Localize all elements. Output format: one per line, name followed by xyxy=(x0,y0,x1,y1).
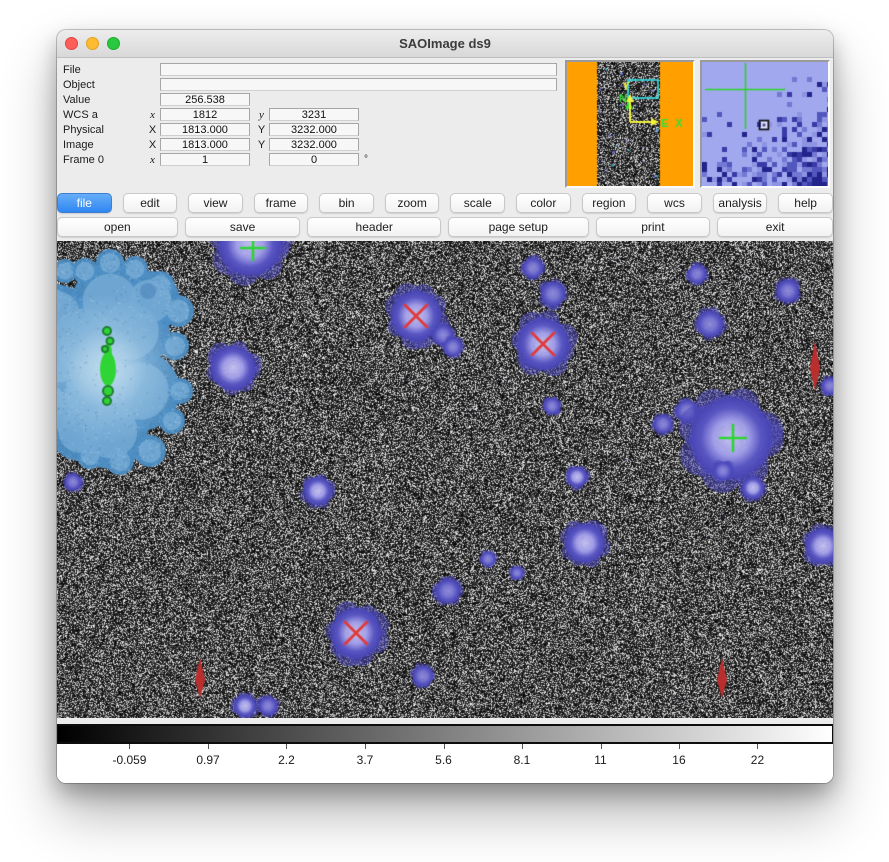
colorbar-tick-label: 8.1 xyxy=(514,753,531,767)
colorbar-tick xyxy=(522,744,523,749)
file-field[interactable] xyxy=(160,63,557,76)
axis-sub-label: X xyxy=(145,124,160,136)
value-field[interactable]: 3232.000 xyxy=(269,123,359,136)
minimize-button[interactable] xyxy=(86,37,99,50)
panner-panel[interactable] xyxy=(565,60,695,188)
menu-button-help[interactable]: help xyxy=(778,193,833,213)
colorbar-tick-label: 2.2 xyxy=(278,753,295,767)
info-label: File xyxy=(57,64,145,76)
panner-view[interactable] xyxy=(567,62,693,186)
colorbar-tick-label: 5.6 xyxy=(435,753,452,767)
colorbar-scale: -0.059 0.97 2.2 3.7 5.6 8.1 11 16 22 xyxy=(57,744,833,783)
info-label: Object xyxy=(57,79,145,91)
axis-sub-label: x xyxy=(145,154,160,166)
menu-button-analysis[interactable]: analysis xyxy=(713,193,768,213)
menu-button-file[interactable]: file xyxy=(57,193,112,213)
info-label: Frame 0 xyxy=(57,154,145,166)
close-button[interactable] xyxy=(65,37,78,50)
value-field[interactable]: 3231 xyxy=(269,108,359,121)
colorbar-tick xyxy=(208,744,209,749)
value-field[interactable]: 1813.000 xyxy=(160,138,250,151)
menu-button-edit[interactable]: edit xyxy=(123,193,178,213)
colorbar-tick xyxy=(365,744,366,749)
colorbar-tick xyxy=(129,744,130,749)
menu-button-region[interactable]: region xyxy=(582,193,637,213)
colorbar-tick xyxy=(286,744,287,749)
colorbar-tick-label: 22 xyxy=(751,753,764,767)
axis-sub-label: Y xyxy=(254,139,269,151)
colorbar-tick-label: 3.7 xyxy=(357,753,374,767)
colorbar-tick xyxy=(679,744,680,749)
menu-button-color[interactable]: color xyxy=(516,193,571,213)
axis-sub-label: x xyxy=(145,109,160,121)
menu-button-page-setup[interactable]: page setup xyxy=(448,217,588,237)
colorbar-tick-label: 16 xyxy=(672,753,685,767)
colorbar-tick-label: -0.059 xyxy=(112,753,146,767)
menu-button-exit[interactable]: exit xyxy=(717,217,833,237)
menu-button-scale[interactable]: scale xyxy=(450,193,505,213)
colorbar-section: -0.059 0.97 2.2 3.7 5.6 8.1 11 16 22 xyxy=(57,724,833,783)
value-field[interactable]: 1813.000 xyxy=(160,123,250,136)
degree-symbol: ° xyxy=(364,154,368,165)
colorbar-tick xyxy=(601,744,602,749)
menu-button-print[interactable]: print xyxy=(596,217,711,237)
value-field[interactable]: 0 xyxy=(269,153,359,166)
object-field[interactable] xyxy=(160,78,557,91)
menu-button-view[interactable]: view xyxy=(188,193,243,213)
image-display[interactable] xyxy=(57,241,833,718)
info-label: Physical xyxy=(57,124,145,136)
colorbar-tick-label: 0.97 xyxy=(196,753,219,767)
sky-image-canvas[interactable] xyxy=(57,241,833,718)
menu-button-zoom[interactable]: zoom xyxy=(385,193,440,213)
colorbar-tick xyxy=(444,744,445,749)
value-field[interactable]: 3232.000 xyxy=(269,138,359,151)
menu-button-bin[interactable]: bin xyxy=(319,193,374,213)
colorbar-tick-label: 11 xyxy=(594,753,606,767)
window-title: SAOImage ds9 xyxy=(57,30,833,57)
menu-button-frame[interactable]: frame xyxy=(254,193,309,213)
colorbar-gradient[interactable] xyxy=(57,724,833,744)
file-menu-bar: open save header page setup print exit xyxy=(57,217,833,237)
magnifier-panel xyxy=(700,60,830,188)
magnifier-view xyxy=(702,62,828,186)
menu-button-header[interactable]: header xyxy=(307,217,441,237)
axis-sub-label: Y xyxy=(254,124,269,136)
info-label: Image xyxy=(57,139,145,151)
info-label: Value xyxy=(57,94,145,106)
value-field[interactable]: 1 xyxy=(160,153,250,166)
menu-button-save[interactable]: save xyxy=(185,217,301,237)
axis-sub-label: X xyxy=(145,139,160,151)
menu-bar: file edit view frame binzoom scale color region… xyxy=(57,193,833,213)
zoom-button[interactable] xyxy=(107,37,120,50)
info-label: WCS a xyxy=(57,109,145,121)
value-field[interactable]: 1812 xyxy=(160,108,250,121)
info-panel: FileObjectValue256.538WCS ax1812y3231Phy… xyxy=(57,58,833,191)
titlebar[interactable]: SAOImage ds9 xyxy=(57,30,833,58)
value-field[interactable]: 256.538 xyxy=(160,93,250,106)
menu-button-wcs[interactable]: wcs xyxy=(647,193,702,213)
colorbar-tick xyxy=(757,744,758,749)
app-window: SAOImage ds9 File Object Value 256.538 WCS a… xyxy=(57,30,833,783)
menu-button-open[interactable]: open xyxy=(57,217,178,237)
traffic-lights xyxy=(65,37,120,50)
axis-sub-label: y xyxy=(254,109,269,121)
